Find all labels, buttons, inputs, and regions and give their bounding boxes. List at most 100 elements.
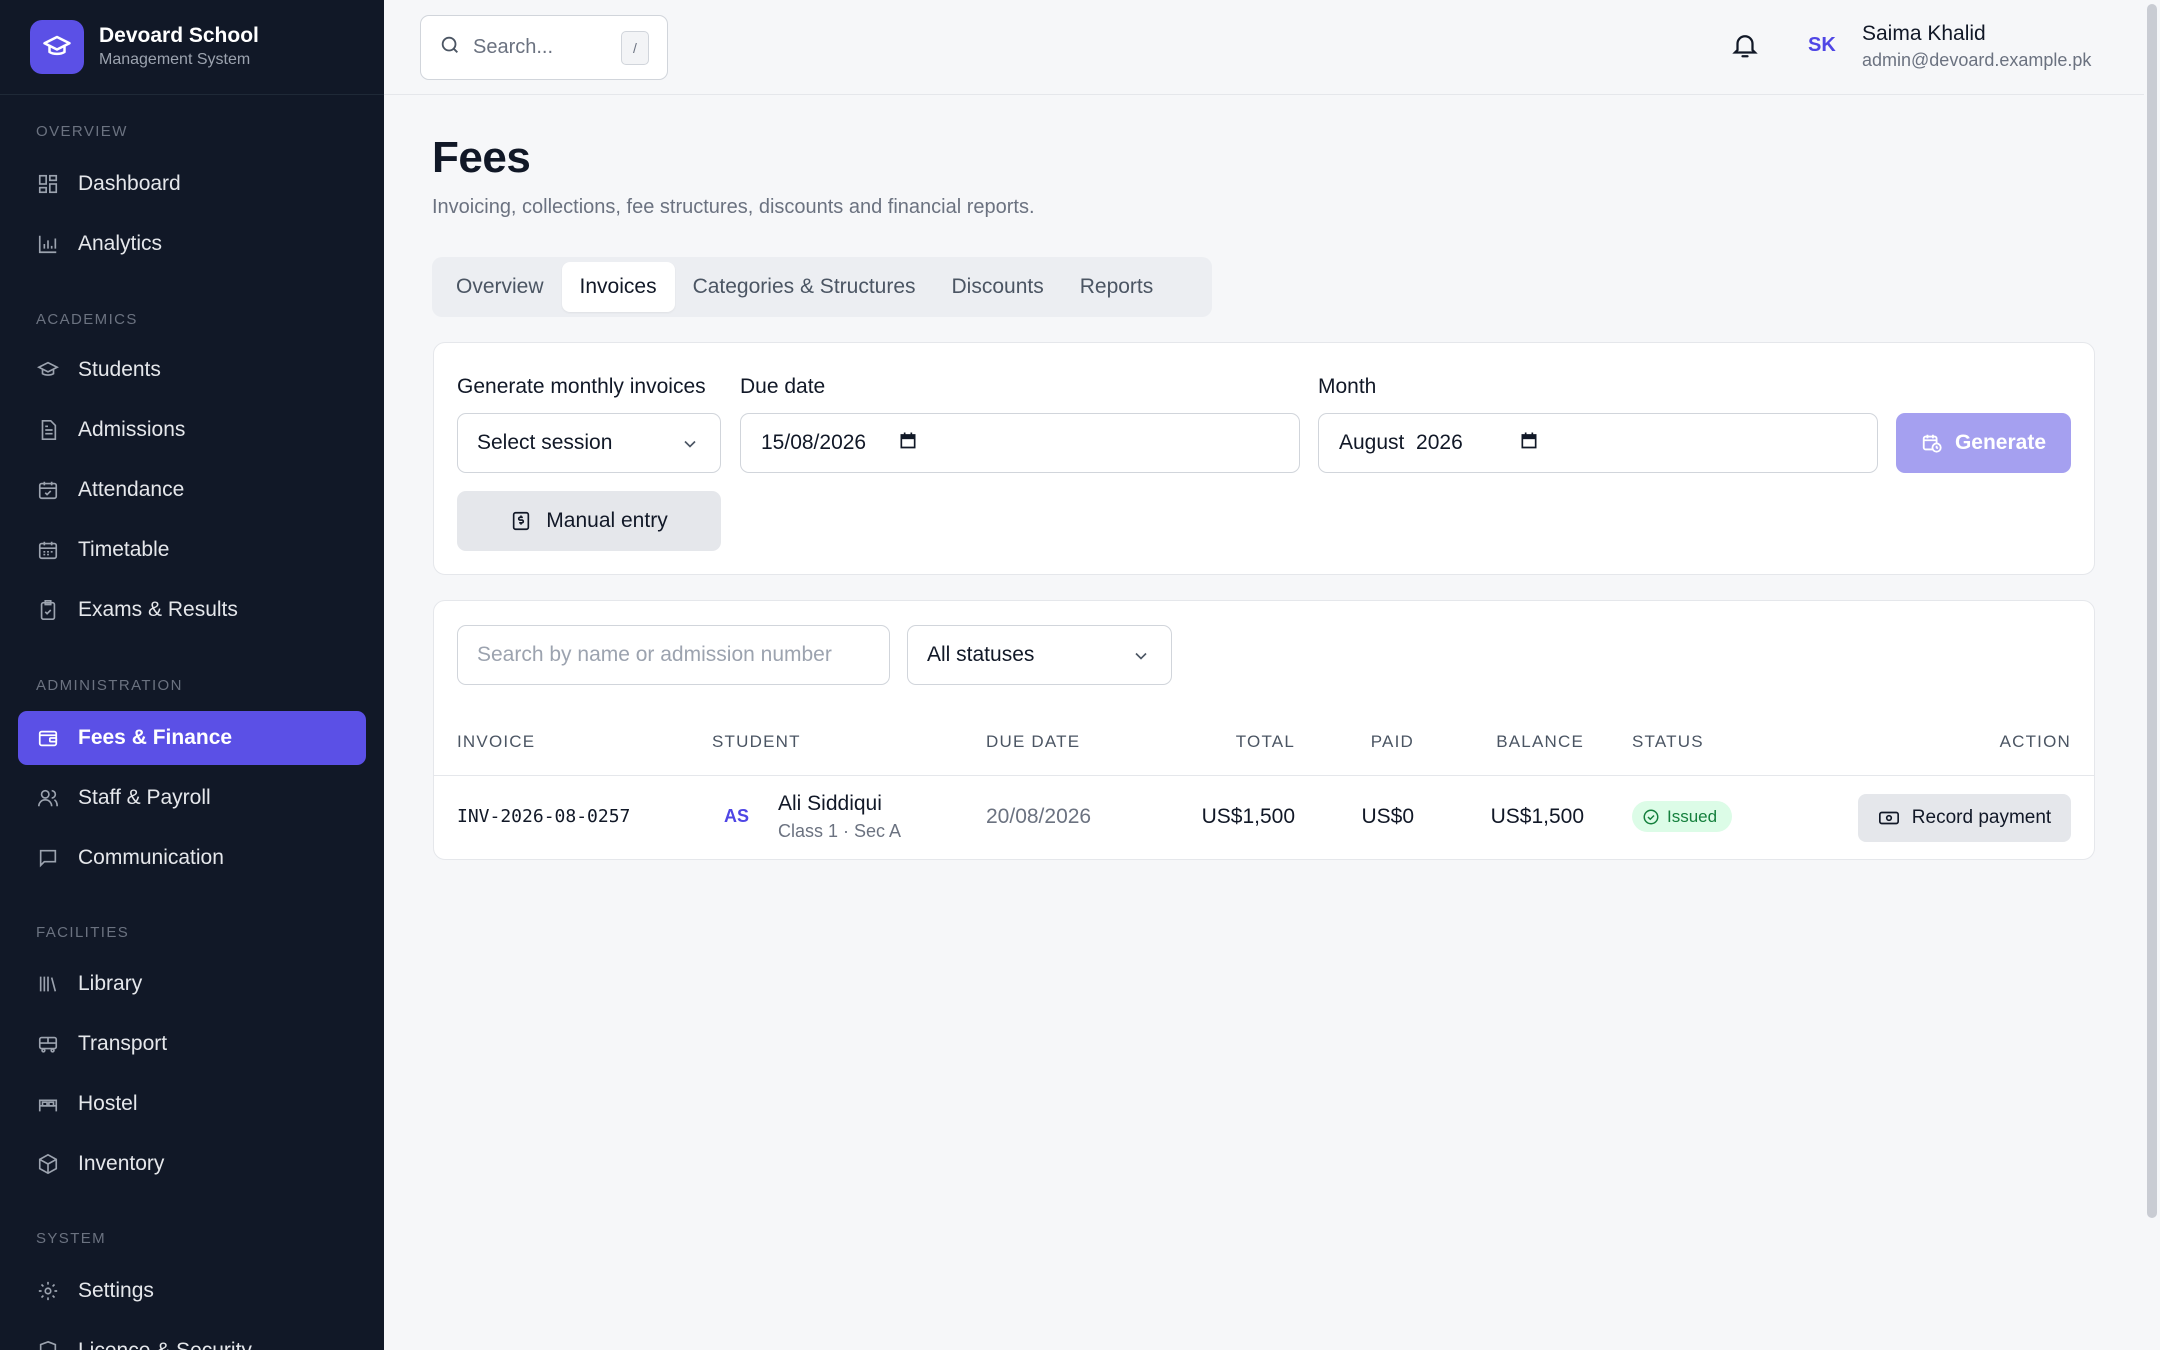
record-payment-label: Record payment [1911,807,2052,828]
sidebar-item-settings[interactable]: Settings [18,1264,366,1318]
global-search-input[interactable]: Search... / [420,15,668,80]
sidebar-item-label: Licence & Security [78,1339,252,1350]
sidebar-item-fees-finance[interactable]: Fees & Finance [18,711,366,765]
session-label: Generate monthly invoices [457,375,706,398]
due-date-label: Due date [740,375,826,398]
status-filter-select[interactable]: All statuses [907,625,1172,685]
search-placeholder: Search... [473,36,554,58]
column-header-due-date: DUE DATE [986,732,1081,751]
check-circle-icon [1643,809,1659,824]
notifications-bell-icon[interactable] [1730,30,1764,64]
sidebar-item-exams-results[interactable]: Exams & Results [18,583,366,637]
gear-icon [36,1279,60,1303]
student-avatar: AS [724,806,750,826]
column-header-invoice: INVOICE [457,732,536,751]
sidebar-item-label: Analytics [78,232,163,255]
sidebar-item-communication[interactable]: Communication [18,831,366,885]
month-input[interactable]: August 2026 [1318,413,1878,473]
manual-entry-label: Manual entry [546,509,668,532]
sidebar-item-admissions[interactable]: Admissions [18,403,366,457]
tab-invoices[interactable]: Invoices [561,262,675,312]
invoice-total: US$1,500 [1201,805,1295,828]
sidebar-item-label: Settings [78,1279,154,1302]
invoice-due-date: 20/08/2026 [986,805,1092,828]
sidebar-item-label: Library [78,972,143,995]
chevron-down-icon [1131,646,1151,672]
sidebar-item-students[interactable]: Students [18,343,366,397]
tab-discounts[interactable]: Discounts [934,262,1062,312]
nav-section-facilities: FACILITIES [36,924,130,941]
nav-section-overview: OVERVIEW [36,123,128,140]
sidebar-item-transport[interactable]: Transport [18,1017,366,1071]
sidebar-item-label: Fees & Finance [78,726,233,749]
student-class: Class 1 · Sec A [778,821,902,841]
tab-reports[interactable]: Reports [1062,262,1172,312]
top-bar: Search... / SK Saima Khalid admin@devoar… [384,0,2144,95]
nav-section-academics: ACADEMICS [36,311,138,328]
calendar-icon[interactable] [898,430,918,456]
column-header-action: ACTION [1999,732,2071,751]
header-divider [433,775,2095,776]
clipboard-check-icon [36,598,60,622]
due-date-input[interactable]: 15/08/2026 [740,413,1300,473]
sidebar-item-attendance[interactable]: Attendance [18,463,366,517]
sidebar-item-library[interactable]: Library [18,957,366,1011]
calendar-icon[interactable] [1519,430,1539,456]
due-date-value: 15/08/2026 [761,431,867,454]
column-header-paid: PAID [1370,732,1414,751]
sidebar-item-licence-security[interactable]: Licence & Security [18,1324,366,1350]
sidebar-item-label: Inventory [78,1152,165,1175]
column-header-status: STATUS [1632,732,1704,751]
wallet-icon [36,726,60,750]
sidebar-item-label: Hostel [78,1092,138,1115]
invoice-balance: US$1,500 [1490,805,1584,828]
invoice-paid: US$0 [1361,805,1414,828]
sidebar-item-label: Students [78,358,161,381]
graduation-cap-logo-icon [30,20,84,74]
sidebar-item-label: Transport [78,1032,168,1055]
sidebar-item-label: Staff & Payroll [78,786,211,809]
manual-entry-button[interactable]: Manual entry [457,491,721,551]
sidebar-item-label: Admissions [78,418,186,441]
search-shortcut-key: / [621,30,649,65]
sidebar-item-label: Exams & Results [78,598,238,621]
sidebar-item-inventory[interactable]: Inventory [18,1137,366,1191]
tab-overview[interactable]: Overview [438,262,562,312]
user-avatar[interactable]: SK [1808,34,1836,57]
sidebar-item-label: Attendance [78,478,185,501]
month-label: Month [1318,375,1377,398]
sidebar-item-staff-payroll[interactable]: Staff & Payroll [18,771,366,825]
sidebar-item-timetable[interactable]: Timetable [18,523,366,577]
generate-button-label: Generate [1954,431,2047,454]
sidebar-item-label: Dashboard [78,172,181,195]
session-select[interactable]: Select session [457,413,721,473]
bed-icon [36,1092,60,1116]
bar-chart-icon [36,232,60,256]
shield-icon [36,1339,60,1350]
generate-button[interactable]: Generate [1896,413,2071,473]
invoice-number[interactable]: INV-2026-08-0257 [457,806,630,827]
fees-tabs: Overview Invoices Categories & Structure… [432,257,1212,317]
month-value: August 2026 [1339,431,1463,454]
column-header-student: STUDENT [712,732,801,751]
session-select-value: Select session [477,431,613,454]
search-icon [439,34,461,61]
tab-categories-structures[interactable]: Categories & Structures [675,262,934,312]
sidebar-item-label: Timetable [78,538,170,561]
chevron-down-icon [680,434,700,460]
sidebar: Devoard School Management System OVERVIE… [0,0,384,1350]
sidebar-item-hostel[interactable]: Hostel [18,1077,366,1131]
user-name[interactable]: Saima Khalid [1862,22,1986,46]
record-payment-button[interactable]: Record payment [1858,794,2071,842]
status-filter-value: All statuses [927,643,1035,666]
library-icon [36,972,60,996]
invoice-search-input[interactable]: Search by name or admission number [457,625,890,685]
page-scrollbar-thumb[interactable] [2147,4,2157,1218]
app-name: Devoard School [99,24,259,47]
column-header-balance: BALANCE [1496,732,1584,751]
status-badge-label: Issued [1667,806,1718,826]
brand[interactable]: Devoard School Management System [0,0,384,95]
student-name[interactable]: Ali Siddiqui [778,792,882,816]
sidebar-item-dashboard[interactable]: Dashboard [18,157,366,211]
sidebar-item-analytics[interactable]: Analytics [18,217,366,271]
